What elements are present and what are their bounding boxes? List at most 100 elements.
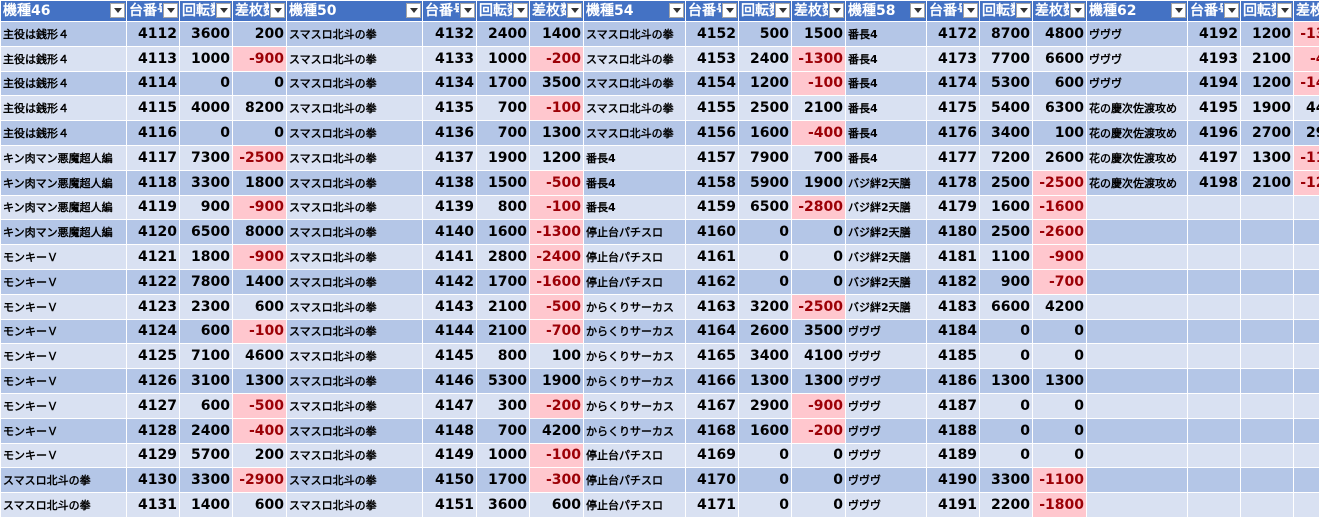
cell-spins[interactable]: 1700 — [477, 269, 530, 294]
cell-spins[interactable] — [1241, 195, 1294, 220]
cell-unit-no[interactable]: 4161 — [686, 245, 739, 270]
cell-machine[interactable]: モンキーＶ — [1, 294, 127, 319]
filter-dropdown-button[interactable] — [1016, 3, 1031, 18]
cell-diff[interactable]: -2500 — [792, 294, 846, 319]
cell-machine[interactable]: キン肉マン悪魔超人編 — [1, 170, 127, 195]
cell-diff[interactable] — [1294, 418, 1319, 443]
cell-machine[interactable] — [1087, 443, 1188, 468]
cell-machine[interactable]: スマスロ北斗の拳 — [287, 344, 423, 369]
cell-diff[interactable]: -900 — [233, 245, 287, 270]
cell-unit-no[interactable]: 4172 — [927, 22, 980, 47]
cell-unit-no[interactable]: 4169 — [686, 443, 739, 468]
cell-spins[interactable]: 7700 — [980, 46, 1033, 71]
cell-machine[interactable]: ヴヴヴ — [1087, 46, 1188, 71]
header-spins-g1[interactable]: 回転数 — [180, 1, 233, 22]
filter-dropdown-button[interactable] — [460, 3, 475, 18]
cell-spins[interactable]: 900 — [180, 195, 233, 220]
cell-machine[interactable]: ヴヴヴ — [846, 319, 927, 344]
cell-unit-no[interactable] — [1188, 220, 1241, 245]
cell-machine[interactable]: スマスロ北斗の拳 — [287, 22, 423, 47]
header-unit-no-g3[interactable]: 台番号 — [686, 1, 739, 22]
cell-diff[interactable]: 1500 — [792, 22, 846, 47]
cell-unit-no[interactable]: 4184 — [927, 319, 980, 344]
cell-diff[interactable]: -1300 — [530, 220, 584, 245]
cell-machine[interactable]: スマスロ北斗の拳 — [1, 493, 127, 518]
header-unit-no-g4[interactable]: 台番号 — [927, 1, 980, 22]
cell-machine[interactable]: 番長4 — [846, 121, 927, 146]
filter-dropdown-button[interactable] — [110, 3, 125, 18]
cell-spins[interactable]: 1700 — [477, 468, 530, 493]
cell-spins[interactable]: 900 — [980, 269, 1033, 294]
cell-machine[interactable]: ヴヴヴ — [1087, 22, 1188, 47]
cell-spins[interactable] — [1241, 493, 1294, 518]
cell-spins[interactable]: 3600 — [477, 493, 530, 518]
header-machine-g1[interactable]: 機種46 — [1, 1, 127, 22]
cell-spins[interactable]: 0 — [739, 269, 792, 294]
cell-spins[interactable] — [1241, 319, 1294, 344]
cell-diff[interactable]: 0 — [792, 269, 846, 294]
cell-diff[interactable]: 3500 — [530, 71, 584, 96]
cell-machine[interactable]: スマスロ北斗の拳 — [287, 220, 423, 245]
cell-spins[interactable] — [1241, 269, 1294, 294]
cell-machine[interactable]: スマスロ北斗の拳 — [287, 170, 423, 195]
cell-machine[interactable]: キン肉マン悪魔超人編 — [1, 220, 127, 245]
cell-diff[interactable] — [1294, 294, 1319, 319]
cell-spins[interactable]: 800 — [477, 344, 530, 369]
cell-diff[interactable]: 1900 — [530, 369, 584, 394]
cell-spins[interactable]: 2100 — [1241, 170, 1294, 195]
cell-diff[interactable]: -500 — [530, 294, 584, 319]
cell-spins[interactable]: 1100 — [980, 245, 1033, 270]
cell-unit-no[interactable]: 4191 — [927, 493, 980, 518]
header-diff-g3[interactable]: 差枚数 — [792, 1, 846, 22]
cell-spins[interactable]: 2100 — [477, 294, 530, 319]
cell-machine[interactable]: 主役は銭形４ — [1, 46, 127, 71]
cell-machine[interactable]: スマスロ北斗の拳 — [287, 195, 423, 220]
cell-spins[interactable]: 0 — [980, 393, 1033, 418]
cell-diff[interactable]: 4400 — [1294, 96, 1319, 121]
cell-machine[interactable] — [1087, 319, 1188, 344]
cell-machine[interactable]: 番長4 — [584, 145, 686, 170]
cell-unit-no[interactable]: 4176 — [927, 121, 980, 146]
cell-machine[interactable]: モンキーＶ — [1, 245, 127, 270]
cell-unit-no[interactable]: 4114 — [127, 71, 180, 96]
header-unit-no-g2[interactable]: 台番号 — [423, 1, 477, 22]
cell-spins[interactable] — [1241, 245, 1294, 270]
cell-machine[interactable]: からくりサーカス — [584, 344, 686, 369]
cell-machine[interactable]: スマスロ北斗の拳 — [287, 96, 423, 121]
cell-diff[interactable]: -2500 — [233, 145, 287, 170]
cell-unit-no[interactable]: 4159 — [686, 195, 739, 220]
cell-diff[interactable]: 1300 — [792, 369, 846, 394]
cell-spins[interactable]: 0 — [180, 121, 233, 146]
cell-machine[interactable]: ヴヴヴ — [846, 493, 927, 518]
cell-machine[interactable]: 番長4 — [846, 46, 927, 71]
header-diff-g5[interactable]: 差枚数 — [1294, 1, 1319, 22]
cell-spins[interactable] — [1241, 369, 1294, 394]
cell-unit-no[interactable]: 4170 — [686, 468, 739, 493]
cell-diff[interactable]: 2600 — [1033, 145, 1087, 170]
cell-diff[interactable]: 1800 — [233, 170, 287, 195]
cell-diff[interactable] — [1294, 220, 1319, 245]
cell-unit-no[interactable]: 4140 — [423, 220, 477, 245]
cell-unit-no[interactable]: 4173 — [927, 46, 980, 71]
cell-diff[interactable]: 0 — [1033, 443, 1087, 468]
cell-unit-no[interactable]: 4113 — [127, 46, 180, 71]
cell-diff[interactable]: 600 — [233, 294, 287, 319]
filter-dropdown-button[interactable] — [963, 3, 978, 18]
cell-spins[interactable]: 1300 — [980, 369, 1033, 394]
cell-machine[interactable]: スマスロ北斗の拳 — [584, 121, 686, 146]
cell-machine[interactable]: ヴヴヴ — [846, 468, 927, 493]
cell-diff[interactable]: 1300 — [1033, 369, 1087, 394]
cell-diff[interactable]: 0 — [792, 468, 846, 493]
cell-machine[interactable]: からくりサーカス — [584, 294, 686, 319]
cell-machine[interactable]: 番長4 — [846, 71, 927, 96]
cell-diff[interactable]: 0 — [233, 71, 287, 96]
cell-spins[interactable]: 4000 — [180, 96, 233, 121]
cell-spins[interactable]: 1200 — [739, 71, 792, 96]
cell-unit-no[interactable]: 4124 — [127, 319, 180, 344]
cell-spins[interactable]: 5300 — [477, 369, 530, 394]
cell-diff[interactable]: 0 — [1033, 393, 1087, 418]
cell-unit-no[interactable] — [1188, 443, 1241, 468]
cell-diff[interactable]: 4200 — [530, 418, 584, 443]
cell-spins[interactable]: 500 — [739, 22, 792, 47]
header-machine-g4[interactable]: 機種58 — [846, 1, 927, 22]
